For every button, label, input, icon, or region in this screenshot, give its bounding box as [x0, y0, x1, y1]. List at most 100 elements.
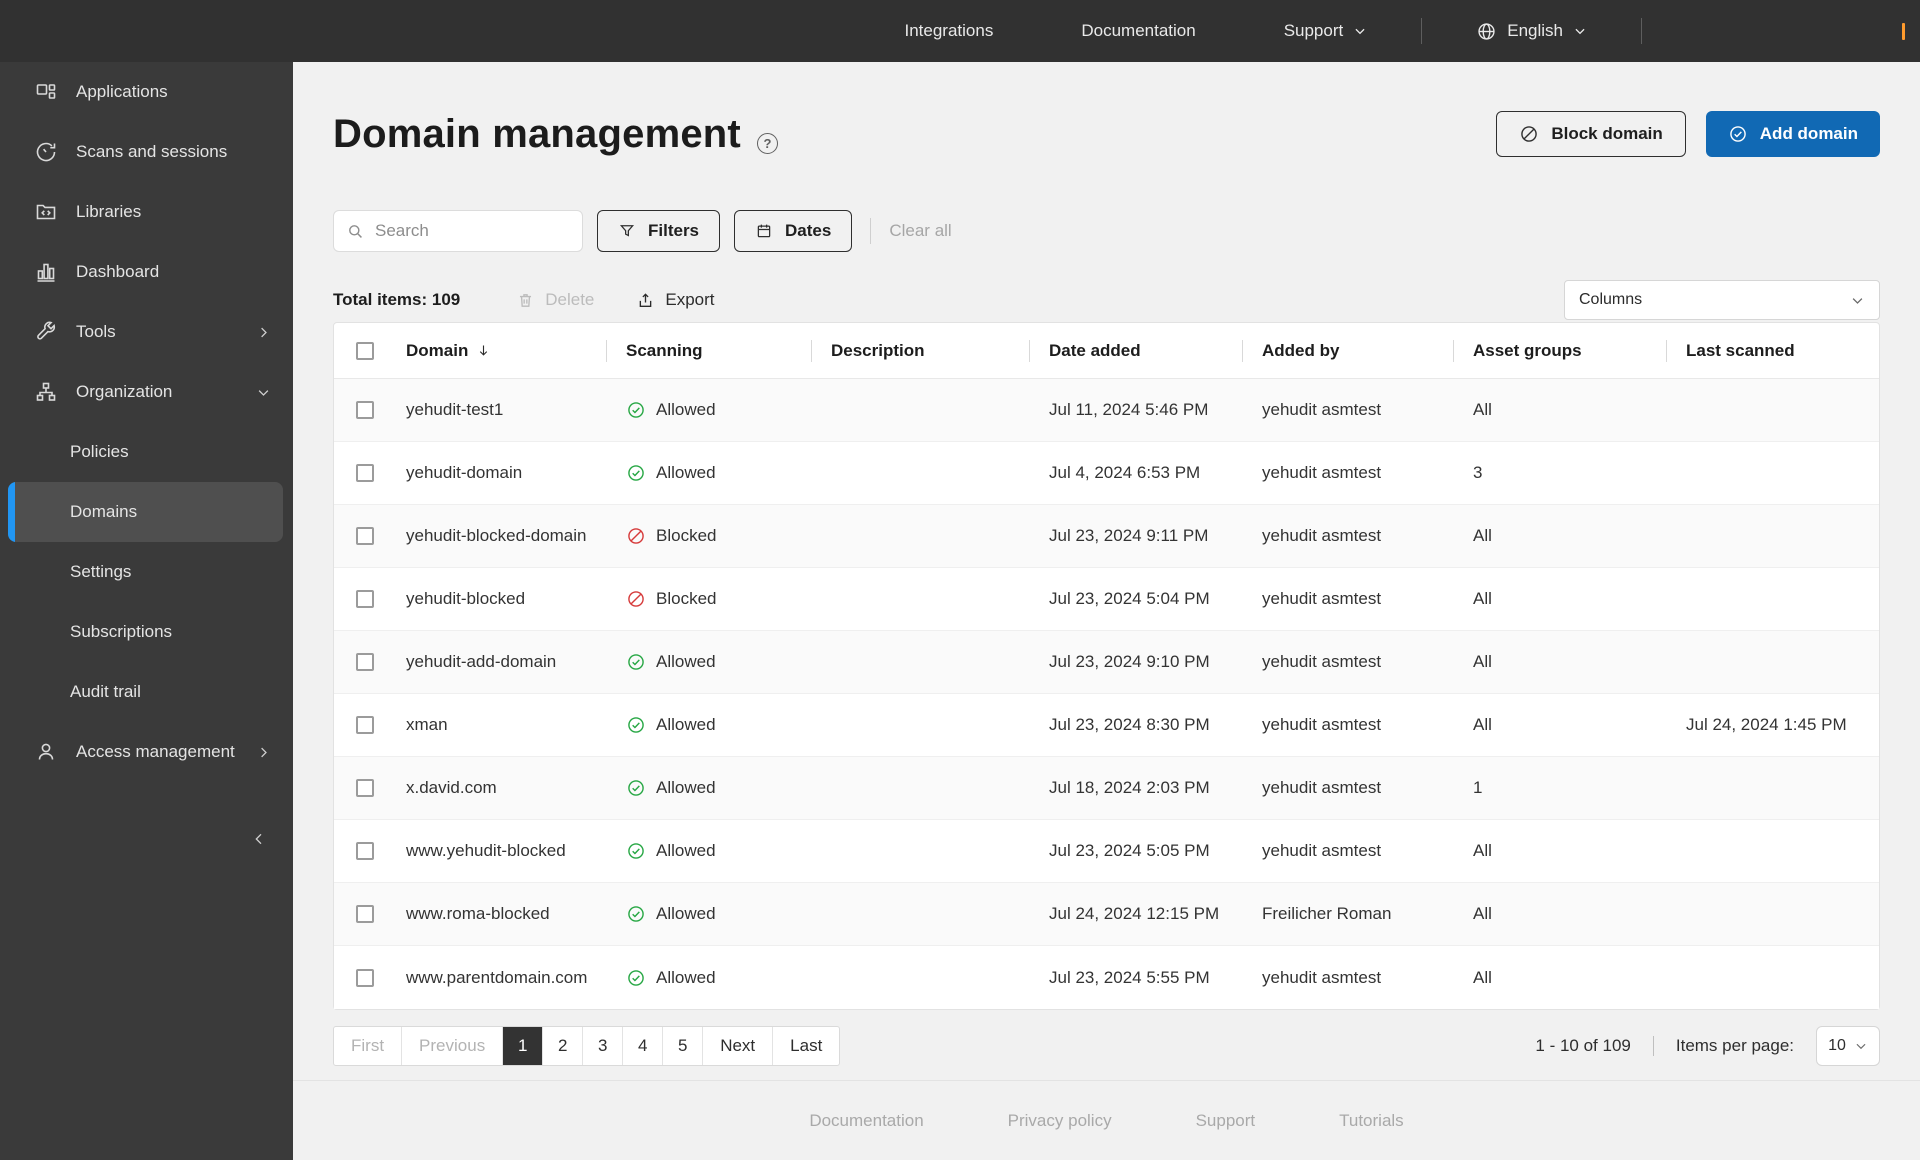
- asset-groups-cell: All: [1473, 589, 1492, 608]
- table-row[interactable]: yehudit-blocked-domain Blocked Jul 23, 2…: [334, 505, 1879, 568]
- top-bar: Integrations Documentation Support Engli…: [0, 0, 1920, 62]
- sidebar-item-domains[interactable]: Domains: [8, 482, 283, 542]
- search-icon: [346, 222, 365, 241]
- row-checkbox[interactable]: [356, 842, 374, 860]
- chevron-right-icon: [256, 745, 271, 760]
- pagination-page-5[interactable]: 5: [663, 1027, 704, 1065]
- export-button[interactable]: Export: [636, 290, 715, 310]
- pagination-page-1[interactable]: 1: [503, 1027, 544, 1065]
- table-row[interactable]: www.roma-blocked Allowed Jul 24, 2024 12…: [334, 883, 1879, 946]
- sidebar-item-access-management[interactable]: Access management: [0, 722, 293, 782]
- scanning-status-label: Allowed: [656, 778, 716, 797]
- column-header-last-scanned[interactable]: Last scanned: [1666, 341, 1879, 361]
- blocked-status-icon: [626, 589, 646, 609]
- select-all-checkbox[interactable]: [356, 341, 374, 360]
- table-row[interactable]: www.yehudit-blocked Allowed Jul 23, 2024…: [334, 820, 1879, 883]
- sidebar-item-subscriptions[interactable]: Subscriptions: [0, 602, 293, 662]
- table-row[interactable]: www.parentdomain.com Allowed Jul 23, 202…: [334, 946, 1879, 1009]
- sidebar-item-dashboard[interactable]: Dashboard: [0, 242, 293, 302]
- brand-mark: [1902, 23, 1905, 40]
- clear-all-link[interactable]: Clear all: [889, 221, 951, 241]
- scanning-status-label: Allowed: [656, 463, 716, 482]
- table-row[interactable]: yehudit-test1 Allowed Jul 11, 2024 5:46 …: [334, 379, 1879, 442]
- row-checkbox[interactable]: [356, 716, 374, 734]
- sidebar-item-label: Domains: [70, 502, 138, 521]
- block-domain-button[interactable]: Block domain: [1496, 111, 1686, 157]
- scanning-status-label: Allowed: [656, 904, 716, 923]
- items-per-page-value: 10: [1828, 1037, 1846, 1054]
- export-icon: [636, 291, 655, 310]
- column-header-asset-groups[interactable]: Asset groups: [1453, 341, 1666, 361]
- filters-button[interactable]: Filters: [597, 210, 721, 252]
- row-checkbox[interactable]: [356, 653, 374, 671]
- chevron-down-icon: [1353, 24, 1367, 38]
- scanning-status-label: Allowed: [656, 967, 716, 987]
- sidebar-item-scans-and-sessions[interactable]: Scans and sessions: [0, 122, 293, 182]
- asset-groups-cell: All: [1473, 967, 1492, 987]
- added-by-cell: Freilicher Roman: [1262, 904, 1392, 923]
- column-header-description[interactable]: Description: [811, 341, 1029, 361]
- table-row[interactable]: yehudit-blocked Blocked Jul 23, 2024 5:0…: [334, 568, 1879, 631]
- delete-button[interactable]: Delete: [516, 290, 594, 310]
- topbar-divider: [1641, 18, 1642, 44]
- sidebar-item-organization[interactable]: Organization: [0, 362, 293, 422]
- pagination-first-button[interactable]: First: [334, 1027, 403, 1065]
- table-row[interactable]: yehudit-add-domain Allowed Jul 23, 2024 …: [334, 631, 1879, 694]
- topbar-link-integrations[interactable]: Integrations: [905, 21, 994, 41]
- row-checkbox[interactable]: [356, 968, 374, 987]
- add-domain-button[interactable]: Add domain: [1705, 111, 1880, 157]
- pagination-last-button[interactable]: Last: [773, 1027, 839, 1065]
- table-actions-bar: Total items: 109 Delete Export Columns: [333, 280, 1880, 320]
- column-header-label: Added by: [1262, 340, 1340, 360]
- pagination-page-4[interactable]: 4: [623, 1027, 664, 1065]
- items-per-page-dropdown[interactable]: 10: [1816, 1026, 1880, 1066]
- table-row[interactable]: yehudit-domain Allowed Jul 4, 2024 6:53 …: [334, 442, 1879, 505]
- footer-link-tutorials[interactable]: Tutorials: [1339, 1111, 1404, 1131]
- sidebar-item-label: Policies: [70, 442, 129, 461]
- sidebar-item-applications[interactable]: Applications: [0, 62, 293, 122]
- row-checkbox[interactable]: [356, 401, 374, 419]
- pagination-previous-button[interactable]: Previous: [402, 1027, 504, 1065]
- column-header-domain[interactable]: Domain: [406, 341, 606, 361]
- pagination-page-3[interactable]: 3: [583, 1027, 624, 1065]
- columns-dropdown[interactable]: Columns: [1564, 280, 1880, 320]
- sidebar-collapse-button[interactable]: [244, 824, 274, 854]
- sidebar-item-audit-trail[interactable]: Audit trail: [0, 662, 293, 722]
- date-added-cell: Jul 4, 2024 6:53 PM: [1049, 463, 1201, 482]
- pagination-page-2[interactable]: 2: [543, 1027, 584, 1065]
- sidebar-item-tools[interactable]: Tools: [0, 302, 293, 362]
- trash-icon: [516, 291, 535, 310]
- language-selector[interactable]: English: [1476, 21, 1587, 42]
- column-header-added-by[interactable]: Added by: [1242, 341, 1453, 361]
- allowed-status-icon: [626, 652, 646, 672]
- row-checkbox[interactable]: [356, 779, 374, 797]
- footer-link-support[interactable]: Support: [1196, 1111, 1256, 1131]
- row-checkbox[interactable]: [356, 527, 374, 545]
- sidebar-item-policies[interactable]: Policies: [0, 422, 293, 482]
- dashboard-icon: [34, 260, 58, 284]
- help-icon[interactable]: ?: [756, 132, 778, 154]
- sidebar-item-settings[interactable]: Settings: [0, 542, 293, 602]
- topbar-link-support[interactable]: Support: [1284, 21, 1368, 41]
- chevron-right-icon: [256, 325, 271, 340]
- scans-icon: [34, 140, 58, 164]
- pagination-info: 1 - 10 of 109 Items per page: 10: [1535, 1026, 1880, 1066]
- footer-link-privacy-policy[interactable]: Privacy policy: [1008, 1111, 1112, 1131]
- asset-groups-cell: All: [1473, 652, 1492, 671]
- row-checkbox[interactable]: [356, 590, 374, 608]
- domain-cell: yehudit-blocked-domain: [406, 526, 587, 545]
- table-row[interactable]: xman Allowed Jul 23, 2024 8:30 PM yehudi…: [334, 694, 1879, 757]
- topbar-link-documentation[interactable]: Documentation: [1081, 21, 1195, 41]
- sidebar-item-libraries[interactable]: Libraries: [0, 182, 293, 242]
- table-row[interactable]: x.david.com Allowed Jul 18, 2024 2:03 PM…: [334, 757, 1879, 820]
- search-input[interactable]: [375, 221, 570, 241]
- dates-button[interactable]: Dates: [734, 210, 853, 252]
- row-checkbox[interactable]: [356, 464, 374, 482]
- column-header-scanning[interactable]: Scanning: [606, 341, 811, 361]
- domain-cell: www.roma-blocked: [406, 904, 550, 923]
- footer-link-documentation[interactable]: Documentation: [809, 1111, 923, 1131]
- column-header-date-added[interactable]: Date added: [1029, 341, 1242, 361]
- row-checkbox[interactable]: [356, 905, 374, 923]
- items-per-page-label: Items per page:: [1675, 1036, 1794, 1055]
- pagination-next-button[interactable]: Next: [703, 1027, 774, 1065]
